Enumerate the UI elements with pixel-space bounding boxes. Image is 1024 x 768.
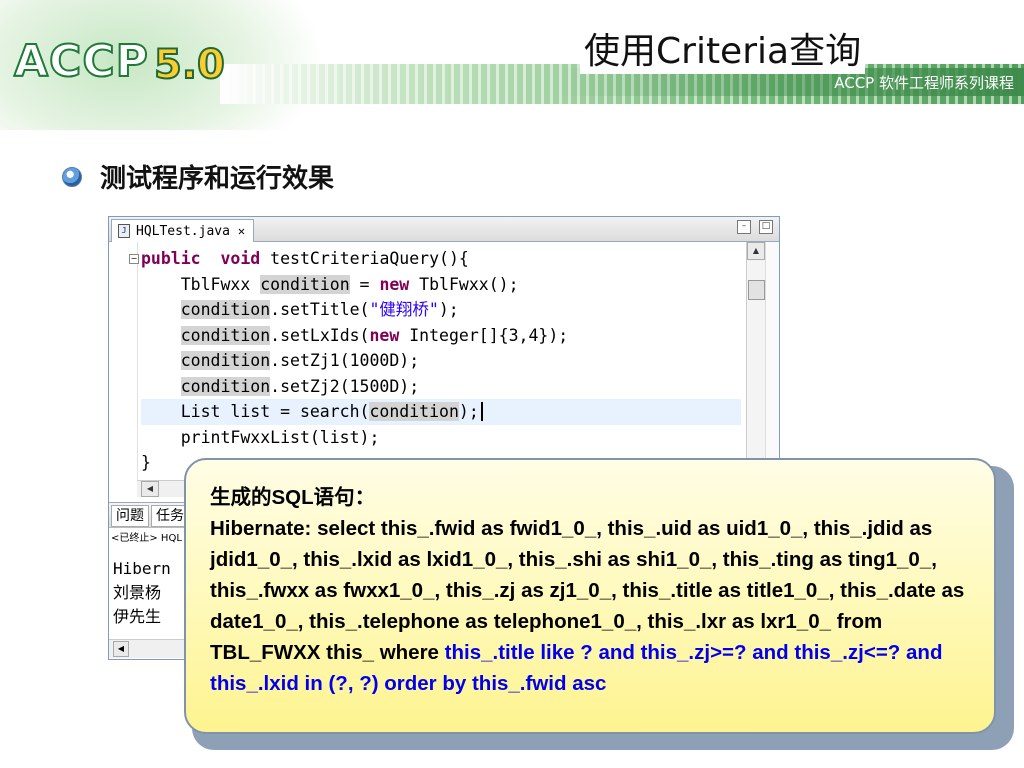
- minimize-icon[interactable]: –: [737, 220, 751, 234]
- slide-title: 使用Criteria查询: [580, 22, 866, 74]
- code-text: .setTitle(: [270, 300, 370, 319]
- callout-body: 生成的SQL语句： Hibernate: select this_.fwid a…: [210, 482, 974, 699]
- code-text: .setZj1(1000D);: [270, 351, 420, 370]
- code-line[interactable]: public void testCriteriaQuery(){: [141, 246, 741, 272]
- code-text: .setZj2(1500D);: [270, 376, 420, 396]
- code-text: TblFwxx();: [409, 274, 519, 294]
- code-keyword: new: [379, 274, 410, 294]
- code-text: List list = search(: [141, 402, 370, 421]
- code-line[interactable]: condition.setZj1(1000D);: [141, 348, 741, 374]
- editor-tab-label: HQLTest.java: [136, 223, 230, 239]
- code-keyword: void: [220, 249, 261, 268]
- close-icon[interactable]: ✕: [238, 224, 245, 238]
- callout-heading: 生成的SQL语句：: [210, 486, 376, 509]
- code-text: TblFwxx: [141, 274, 261, 294]
- console-line: Hibern: [113, 559, 171, 578]
- java-file-icon: J: [118, 224, 130, 238]
- code-line[interactable]: List list = search(condition);: [141, 399, 741, 425]
- console-status: <已终止> HQL: [111, 533, 182, 544]
- code-occurrence: condition: [180, 325, 271, 345]
- code-text: Integer[]{3,4});: [399, 325, 569, 345]
- code-line[interactable]: TblFwxx condition = new TblFwxx();: [141, 272, 741, 298]
- code-line[interactable]: condition.setTitle("健翔桥");: [141, 297, 741, 323]
- code-editor[interactable]: − public void testCriteriaQuery(){ TblFw…: [109, 242, 779, 480]
- code-occurrence: condition: [260, 274, 350, 294]
- code-area[interactable]: public void testCriteriaQuery(){ TblFwxx…: [141, 246, 741, 476]
- scroll-up-icon[interactable]: ▲: [747, 242, 765, 260]
- code-line[interactable]: condition.setLxIds(new Integer[]{3,4});: [141, 323, 741, 349]
- code-line[interactable]: printFwxxList(list);: [141, 425, 741, 451]
- sql-callout: 生成的SQL语句： Hibernate: select this_.fwid a…: [184, 458, 996, 734]
- maximize-icon[interactable]: □: [759, 220, 773, 234]
- overview-ruler: [765, 242, 779, 480]
- editor-tabbar: J HQLTest.java ✕ – □: [109, 217, 779, 242]
- editor-gutter: −: [109, 242, 139, 480]
- logo-version: 5.0: [153, 41, 226, 89]
- scroll-thumb[interactable]: [748, 280, 765, 300]
- code-text: }: [141, 453, 151, 472]
- code-occurrence: condition: [369, 402, 459, 421]
- bullet-text: 测试程序和运行效果: [100, 164, 335, 194]
- code-text: );: [438, 300, 459, 319]
- code-line[interactable]: condition.setZj2(1500D);: [141, 374, 741, 400]
- scroll-left-icon[interactable]: ◀: [141, 481, 159, 497]
- code-text: );: [458, 402, 479, 421]
- accp-logo: ACCP: [13, 35, 149, 88]
- editor-tab[interactable]: J HQLTest.java ✕: [111, 219, 255, 242]
- code-occurrence: condition: [180, 376, 271, 396]
- console-line: 刘景杨: [113, 583, 162, 602]
- console-line: 伊先生: [113, 607, 162, 626]
- course-subtitle: ACCP 软件工程师系列课程: [834, 74, 1014, 92]
- vertical-scrollbar[interactable]: ▲: [746, 242, 765, 480]
- code-occurrence: condition: [180, 300, 271, 319]
- slide-header: ACCP 5.0 使用Criteria查询 ACCP 软件工程师系列课程: [0, 0, 1024, 130]
- scroll-left-icon[interactable]: ◀: [113, 641, 129, 657]
- code-text: .setLxIds(: [270, 325, 370, 345]
- tab-problems[interactable]: 问题: [111, 505, 149, 527]
- fold-collapse-icon[interactable]: −: [129, 254, 139, 264]
- text-caret: [480, 402, 483, 421]
- bullet-icon: [62, 166, 82, 187]
- code-text: =: [349, 274, 380, 294]
- code-text: testCriteriaQuery(){: [260, 249, 469, 268]
- bullet-item: 测试程序和运行效果: [62, 158, 334, 195]
- code-text: printFwxxList(list);: [141, 427, 380, 447]
- code-string: "健翔桥": [369, 300, 439, 319]
- code-keyword: public: [141, 249, 201, 268]
- code-keyword: new: [369, 325, 400, 345]
- window-controls: – □: [737, 220, 773, 234]
- code-occurrence: condition: [180, 351, 271, 370]
- console-output: Hibern 刘景杨 伊先生: [113, 557, 171, 629]
